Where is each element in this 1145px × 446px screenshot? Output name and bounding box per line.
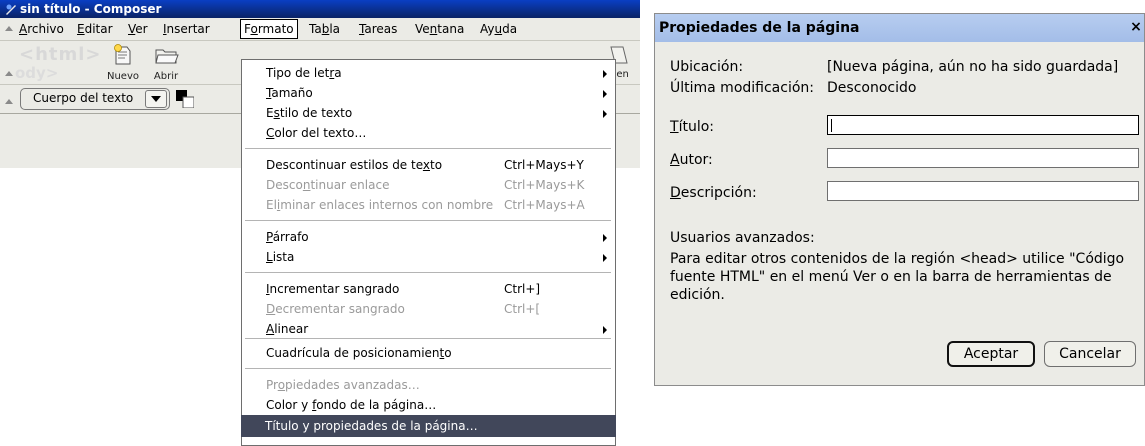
format-menu-item-label: Tamaño	[266, 86, 313, 100]
format-menu-item-shortcut: Ctrl+[	[504, 302, 541, 316]
menu-separator	[245, 220, 611, 221]
submenu-arrow-icon	[603, 70, 607, 78]
format-menu-item[interactable]: Color y fondo de la página…	[242, 395, 615, 415]
menu-separator	[245, 272, 611, 273]
format-menu-item[interactable]: Estilo de texto	[242, 103, 615, 123]
format-menu-item-label: Incrementar sangrado	[266, 282, 400, 296]
description-label: Descripción:	[670, 185, 757, 201]
window-title: sin título - Composer	[20, 2, 162, 16]
format-menu-item[interactable]: Eliminar enlaces internos con nombre Ctrl…	[242, 195, 615, 215]
format-menu-item[interactable]: Párrafo	[242, 227, 615, 247]
cancel-button[interactable]: Cancelar	[1044, 341, 1136, 367]
submenu-arrow-icon	[603, 90, 607, 98]
format-menu-item[interactable]: Tipo de letra	[242, 63, 615, 83]
author-input[interactable]	[827, 148, 1139, 168]
menu-tabla[interactable]: Tabla	[306, 21, 343, 37]
format-menu-item-shortcut: Ctrl+Mays+A	[504, 198, 585, 212]
html-logo: <html> ody>	[15, 42, 101, 82]
format-menu-item-label: Alinear	[266, 322, 309, 336]
format-menu-item-label: Párrafo	[266, 230, 309, 244]
menu-insertar[interactable]: Insertar	[160, 21, 213, 37]
format-menu-item[interactable]: Descontinuar enlace Ctrl+Mays+K	[242, 175, 615, 195]
title-bar: sin título - Composer	[0, 0, 640, 18]
format-menu-item-shortcut: Ctrl+]	[504, 282, 541, 296]
title-input[interactable]	[827, 115, 1139, 135]
menu-editar[interactable]: Editar	[74, 21, 116, 37]
submenu-arrow-icon	[603, 110, 607, 118]
paragraph-style-select[interactable]: Cuerpo del texto	[20, 88, 170, 110]
menu-tareas[interactable]: Tareas	[356, 21, 400, 37]
format-menu-item-label: Estilo de texto	[266, 106, 353, 120]
toolbar-grip-icon[interactable]	[5, 71, 13, 76]
text-caret	[831, 119, 832, 132]
menu-formato[interactable]: Formato	[240, 19, 298, 39]
menu-ayuda[interactable]: Ayuda	[477, 21, 520, 37]
toolbar-grip-icon[interactable]	[5, 99, 13, 104]
format-menu-item[interactable]: Incrementar sangrado Ctrl+]	[242, 279, 615, 299]
dialog-title: Propiedades de la página	[659, 20, 860, 36]
format-menu-item-label: Decrementar sangrado	[266, 302, 405, 316]
last-modified-label: Última modificación:	[670, 80, 814, 96]
advanced-users-heading: Usuarios avanzados:	[670, 230, 815, 246]
description-input[interactable]	[827, 181, 1139, 201]
open-folder-icon	[155, 49, 179, 64]
format-menu-item-label: Cuadrícula de posicionamiento	[266, 346, 452, 360]
new-button-label: Nuevo	[106, 71, 139, 82]
accept-button[interactable]: Aceptar	[947, 341, 1035, 367]
format-menu-item[interactable]: Lista	[242, 247, 615, 267]
paragraph-style-value: Cuerpo del texto	[33, 91, 134, 105]
format-menu-item[interactable]: Título y propiedades de la página…	[241, 415, 616, 437]
text-color-icon[interactable]	[176, 90, 194, 108]
format-menu: Tipo de letra Tamaño Estilo de texto Color …	[241, 59, 616, 446]
page-properties-dialog: Propiedades de la página × Ubicación: [N…	[654, 13, 1145, 386]
format-menu-item-label: Color y fondo de la página…	[266, 398, 437, 412]
menu-separator	[245, 368, 611, 369]
format-menu-item-label: Lista	[266, 250, 295, 264]
new-button[interactable]: Nuevo	[101, 43, 145, 83]
menu-ver[interactable]: Ver	[125, 21, 151, 37]
menu-bar: Archivo Editar Ver Insertar Formato Tabl…	[0, 18, 640, 40]
open-button-label: Abrir	[153, 71, 179, 82]
format-menu-item-label: Descontinuar enlace	[266, 178, 390, 192]
toolbar-grip-icon[interactable]	[5, 26, 13, 31]
title-label: Título:	[670, 119, 714, 135]
format-menu-item-label: Eliminar enlaces internos con nombre	[266, 198, 494, 212]
advanced-users-text: Para editar otros contenidos de la regió…	[670, 251, 1125, 303]
last-modified-value: Desconocido	[827, 80, 917, 96]
submenu-arrow-icon	[603, 254, 607, 262]
format-menu-item-shortcut: Ctrl+Mays+Y	[504, 158, 584, 172]
dialog-title-bar: Propiedades de la página ×	[655, 14, 1144, 42]
html-logo-sub: ody>	[15, 64, 59, 82]
new-document-icon	[114, 44, 131, 65]
format-menu-item-label: Color del texto…	[266, 126, 367, 140]
format-menu-item-label: Descontinuar estilos de texto	[266, 158, 443, 172]
open-button[interactable]: Abrir	[144, 43, 188, 83]
format-menu-item[interactable]: Propiedades avanzadas…	[242, 375, 615, 395]
format-menu-item[interactable]: Tamaño	[242, 83, 615, 103]
author-label: Autor:	[670, 152, 713, 168]
html-logo-text: <html>	[19, 44, 102, 65]
format-menu-item-label: Tipo de letra	[266, 66, 342, 80]
menu-separator	[245, 148, 611, 149]
format-menu-item[interactable]: Alinear	[242, 319, 615, 339]
location-label: Ubicación:	[670, 59, 744, 75]
chevron-down-icon[interactable]	[145, 90, 167, 108]
format-menu-item[interactable]: Decrementar sangrado Ctrl+[	[242, 299, 615, 319]
composer-app-icon	[6, 4, 16, 15]
location-value: [Nueva página, aún no ha sido guardada]	[827, 59, 1119, 75]
menu-archivo[interactable]: Archivo	[16, 21, 67, 37]
format-menu-item-label: Propiedades avanzadas…	[266, 378, 420, 392]
submenu-arrow-icon	[603, 234, 607, 242]
format-menu-item-shortcut: Ctrl+Mays+K	[504, 178, 585, 192]
submenu-arrow-icon	[603, 326, 607, 334]
format-menu-item[interactable]: Color del texto…	[242, 123, 615, 143]
format-menu-item[interactable]: Descontinuar estilos de texto Ctrl+Mays+Y	[242, 155, 615, 175]
close-icon[interactable]: ×	[1129, 20, 1143, 34]
format-menu-item[interactable]: Cuadrícula de posicionamiento	[242, 343, 615, 363]
menu-ventana[interactable]: Ventana	[412, 21, 467, 37]
format-menu-item-label: Título y propiedades de la página…	[265, 419, 478, 433]
